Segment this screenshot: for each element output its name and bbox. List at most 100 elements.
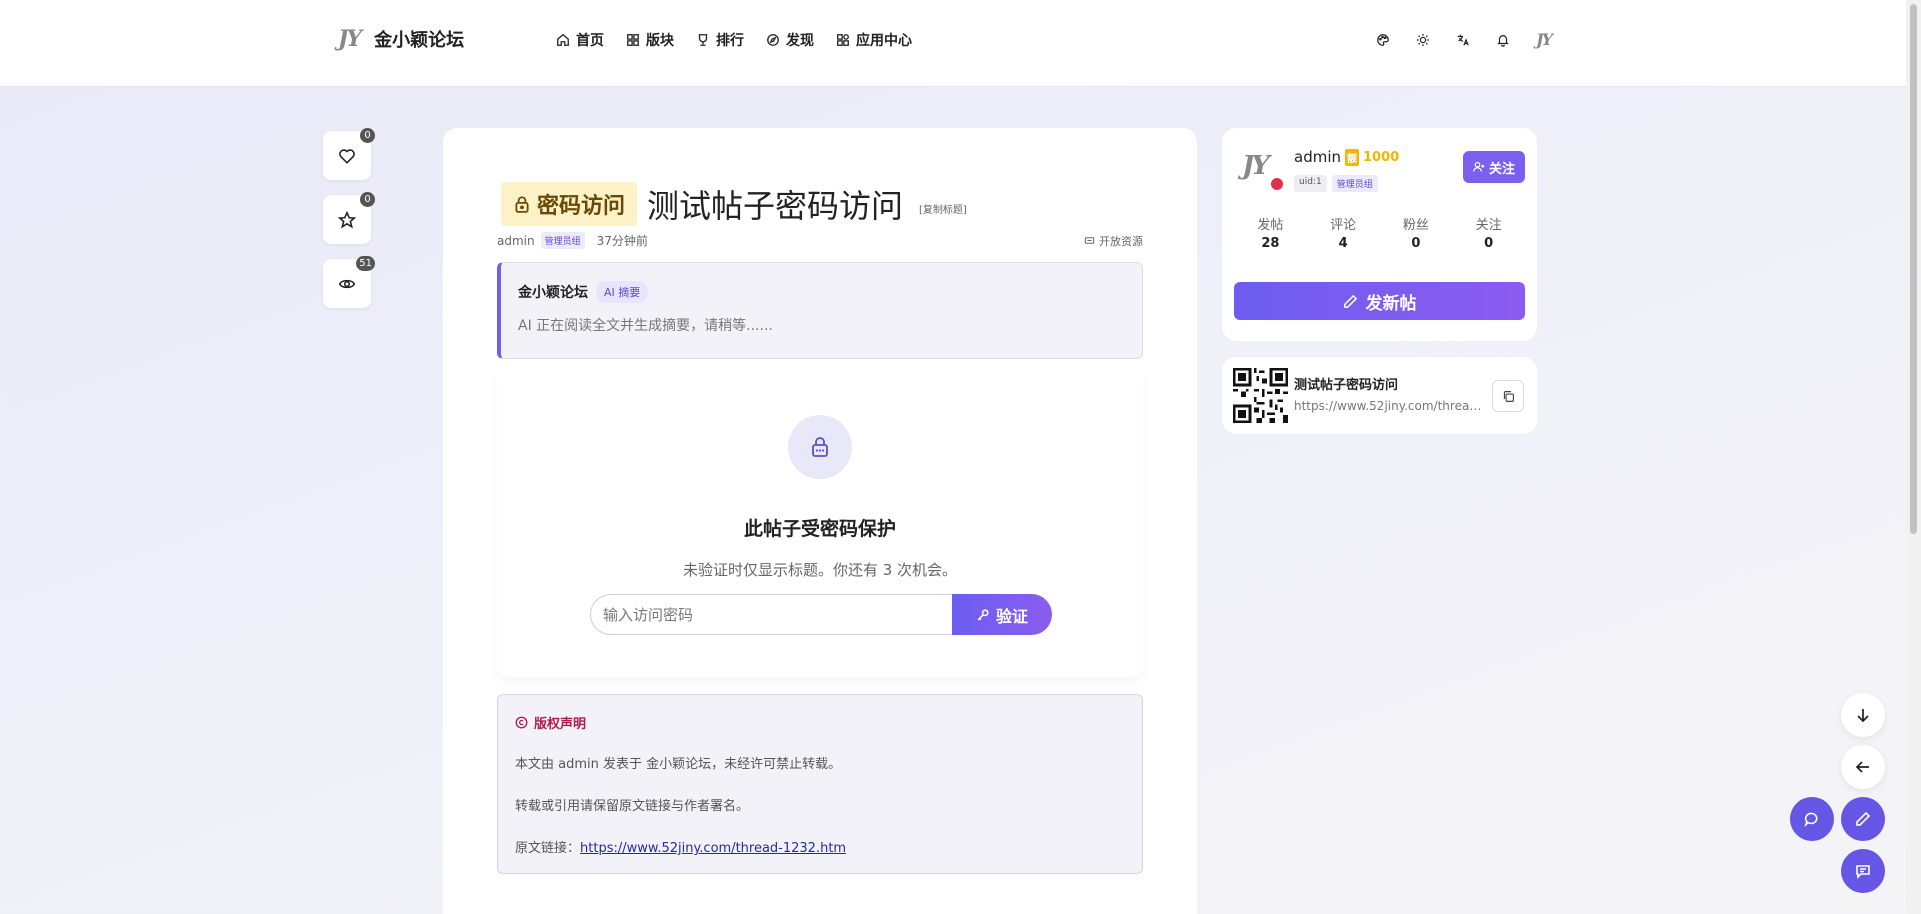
nav-ranking-label: 排行 bbox=[716, 33, 744, 49]
author-avatar-mark: JY bbox=[1242, 151, 1270, 181]
share-title: 测试帖子密码访问 bbox=[1294, 378, 1399, 393]
author-pills: uid:1 管理员组 bbox=[1294, 175, 1378, 192]
author-role-badge: 管理员组 bbox=[540, 232, 585, 249]
post-title: 测试帖子密码访问 bbox=[647, 187, 904, 225]
source-link[interactable]: https://www.52jiny.com/thread-1232.htm bbox=[580, 841, 846, 856]
stat-following[interactable]: 关注 0 bbox=[1453, 214, 1525, 251]
language-button[interactable] bbox=[1456, 33, 1470, 47]
nav-ranking[interactable]: 排行 bbox=[696, 30, 744, 50]
stat-label: 发帖 bbox=[1257, 218, 1284, 233]
sun-icon bbox=[1416, 33, 1430, 46]
password-input[interactable] bbox=[590, 594, 952, 635]
nav-boards[interactable]: 版块 bbox=[626, 30, 674, 50]
nav-app-center[interactable]: 应用中心 bbox=[836, 30, 912, 50]
view-count-badge: 51 bbox=[356, 256, 375, 271]
ai-summary-header: 金小颖论坛 AI 摘要 bbox=[518, 281, 649, 303]
copyright-line-1: 本文由 admin 发表于 金小颖论坛，未经许可禁止转载。 bbox=[515, 757, 842, 772]
main-nav: 首页 版块 排行 发现 应用中心 bbox=[556, 30, 912, 50]
apps-icon bbox=[837, 34, 849, 46]
stat-fans[interactable]: 粉丝 0 bbox=[1380, 214, 1452, 251]
back-button[interactable] bbox=[1841, 745, 1885, 789]
nav-boards-label: 版块 bbox=[646, 33, 674, 49]
verify-button-label: 验证 bbox=[995, 606, 1028, 626]
user-avatar[interactable]: JY bbox=[1536, 30, 1553, 49]
home-icon bbox=[557, 33, 569, 46]
chat-button[interactable] bbox=[1790, 797, 1834, 841]
author-name[interactable]: admin bbox=[1294, 148, 1341, 166]
views-button[interactable]: 51 bbox=[323, 256, 375, 308]
follow-button-label: 关注 bbox=[1488, 161, 1515, 177]
new-post-label: 发新帖 bbox=[1365, 293, 1417, 314]
trophy-icon bbox=[698, 34, 708, 46]
level-value: 1000 bbox=[1363, 149, 1400, 165]
notifications-button[interactable] bbox=[1496, 33, 1510, 47]
light-mode-button[interactable] bbox=[1416, 33, 1430, 47]
site-logo[interactable]: JY 金小颖论坛 bbox=[338, 26, 464, 52]
stat-value: 28 bbox=[1261, 236, 1280, 251]
license-icon bbox=[1084, 237, 1095, 244]
scroll-down-button[interactable] bbox=[1841, 693, 1885, 737]
copyright-title: 版权声明 bbox=[534, 717, 587, 732]
message-button[interactable] bbox=[1841, 849, 1885, 893]
copyright-header: 版权声明 bbox=[515, 713, 586, 732]
new-post-button[interactable]: 发新帖 bbox=[1234, 282, 1525, 320]
post-card: 密码访问 测试帖子密码访问 [复制标题] admin 管理员组 37分钟前 开放… bbox=[443, 128, 1197, 914]
user-plus-icon bbox=[1473, 161, 1485, 172]
ai-summary-text: AI 正在阅读全文并生成摘要，请稍等...... bbox=[518, 318, 773, 334]
scrollbar-thumb[interactable] bbox=[1910, 4, 1917, 534]
admin-shield-icon bbox=[1269, 176, 1285, 192]
stat-value: 0 bbox=[1484, 236, 1494, 251]
copy-icon bbox=[1503, 390, 1514, 402]
password-tag-label: 密码访问 bbox=[537, 194, 626, 219]
site-name: 金小颖论坛 bbox=[374, 30, 465, 51]
stat-value: 0 bbox=[1411, 236, 1421, 251]
pencil-icon bbox=[1856, 811, 1871, 826]
lock-subtitle: 未验证时仅显示标题。你还有 3 次机会。 bbox=[682, 561, 958, 579]
theme-palette-button[interactable] bbox=[1376, 33, 1390, 47]
copy-link-button[interactable] bbox=[1492, 380, 1524, 412]
ai-summary-box: 金小颖论坛 AI 摘要 AI 正在阅读全文并生成摘要，请稍等...... bbox=[497, 262, 1143, 359]
grid-icon bbox=[627, 34, 639, 46]
nav-home[interactable]: 首页 bbox=[556, 30, 604, 50]
copy-title-link[interactable]: [复制标题] bbox=[919, 201, 967, 216]
level-badge: 靓 bbox=[1345, 148, 1359, 166]
lock-title: 此帖子受密码保护 bbox=[743, 518, 896, 540]
header-tools: JY bbox=[1376, 30, 1553, 49]
stat-label: 粉丝 bbox=[1402, 218, 1429, 233]
lock-icon bbox=[515, 196, 529, 213]
write-button[interactable] bbox=[1841, 797, 1885, 841]
nav-discover[interactable]: 发现 bbox=[766, 30, 814, 50]
ai-summary-site: 金小颖论坛 bbox=[518, 285, 588, 301]
qr-code[interactable] bbox=[1233, 368, 1288, 423]
heart-icon bbox=[339, 148, 355, 164]
chat-bubble-icon bbox=[1804, 812, 1818, 827]
post-meta: admin 管理员组 37分钟前 开放资源 bbox=[497, 232, 1143, 249]
author-name-row: admin 靓 1000 bbox=[1294, 148, 1399, 166]
message-icon bbox=[1856, 865, 1870, 879]
copyright-line-2: 转载或引用请保留原文链接与作者署名。 bbox=[515, 799, 750, 814]
pencil-icon bbox=[1343, 294, 1357, 308]
post-author[interactable]: admin bbox=[497, 234, 535, 248]
author-avatar[interactable]: JY bbox=[1242, 151, 1285, 192]
verify-button[interactable]: 验证 bbox=[952, 594, 1052, 635]
uid-badge: uid:1 bbox=[1294, 175, 1327, 192]
stat-label: 关注 bbox=[1475, 218, 1502, 233]
post-title-row: 密码访问 测试帖子密码访问 [复制标题] bbox=[501, 181, 967, 227]
stat-posts[interactable]: 发帖 28 bbox=[1234, 214, 1306, 251]
arrow-down-icon bbox=[1857, 709, 1869, 723]
favorite-button[interactable]: 0 bbox=[323, 192, 375, 244]
stat-value: 4 bbox=[1338, 236, 1348, 251]
like-button[interactable]: 0 bbox=[323, 128, 375, 180]
key-icon bbox=[977, 608, 989, 620]
page-scrollbar[interactable] bbox=[1906, 0, 1921, 914]
top-header: JY 金小颖论坛 首页 版块 排行 发现 应用中心 JY bbox=[0, 0, 1906, 87]
share-url[interactable]: https://www.52jiny.com/thread-1232.htm bbox=[1294, 399, 1486, 413]
arrow-left-icon bbox=[1855, 761, 1869, 773]
password-form: 验证 bbox=[590, 594, 1052, 635]
stat-comments[interactable]: 评论 4 bbox=[1307, 214, 1379, 251]
compass-icon bbox=[767, 34, 779, 46]
lock-badge bbox=[788, 415, 852, 479]
password-tag: 密码访问 bbox=[501, 182, 638, 226]
follow-button[interactable]: 关注 bbox=[1463, 151, 1525, 183]
translate-icon bbox=[1457, 34, 1469, 45]
